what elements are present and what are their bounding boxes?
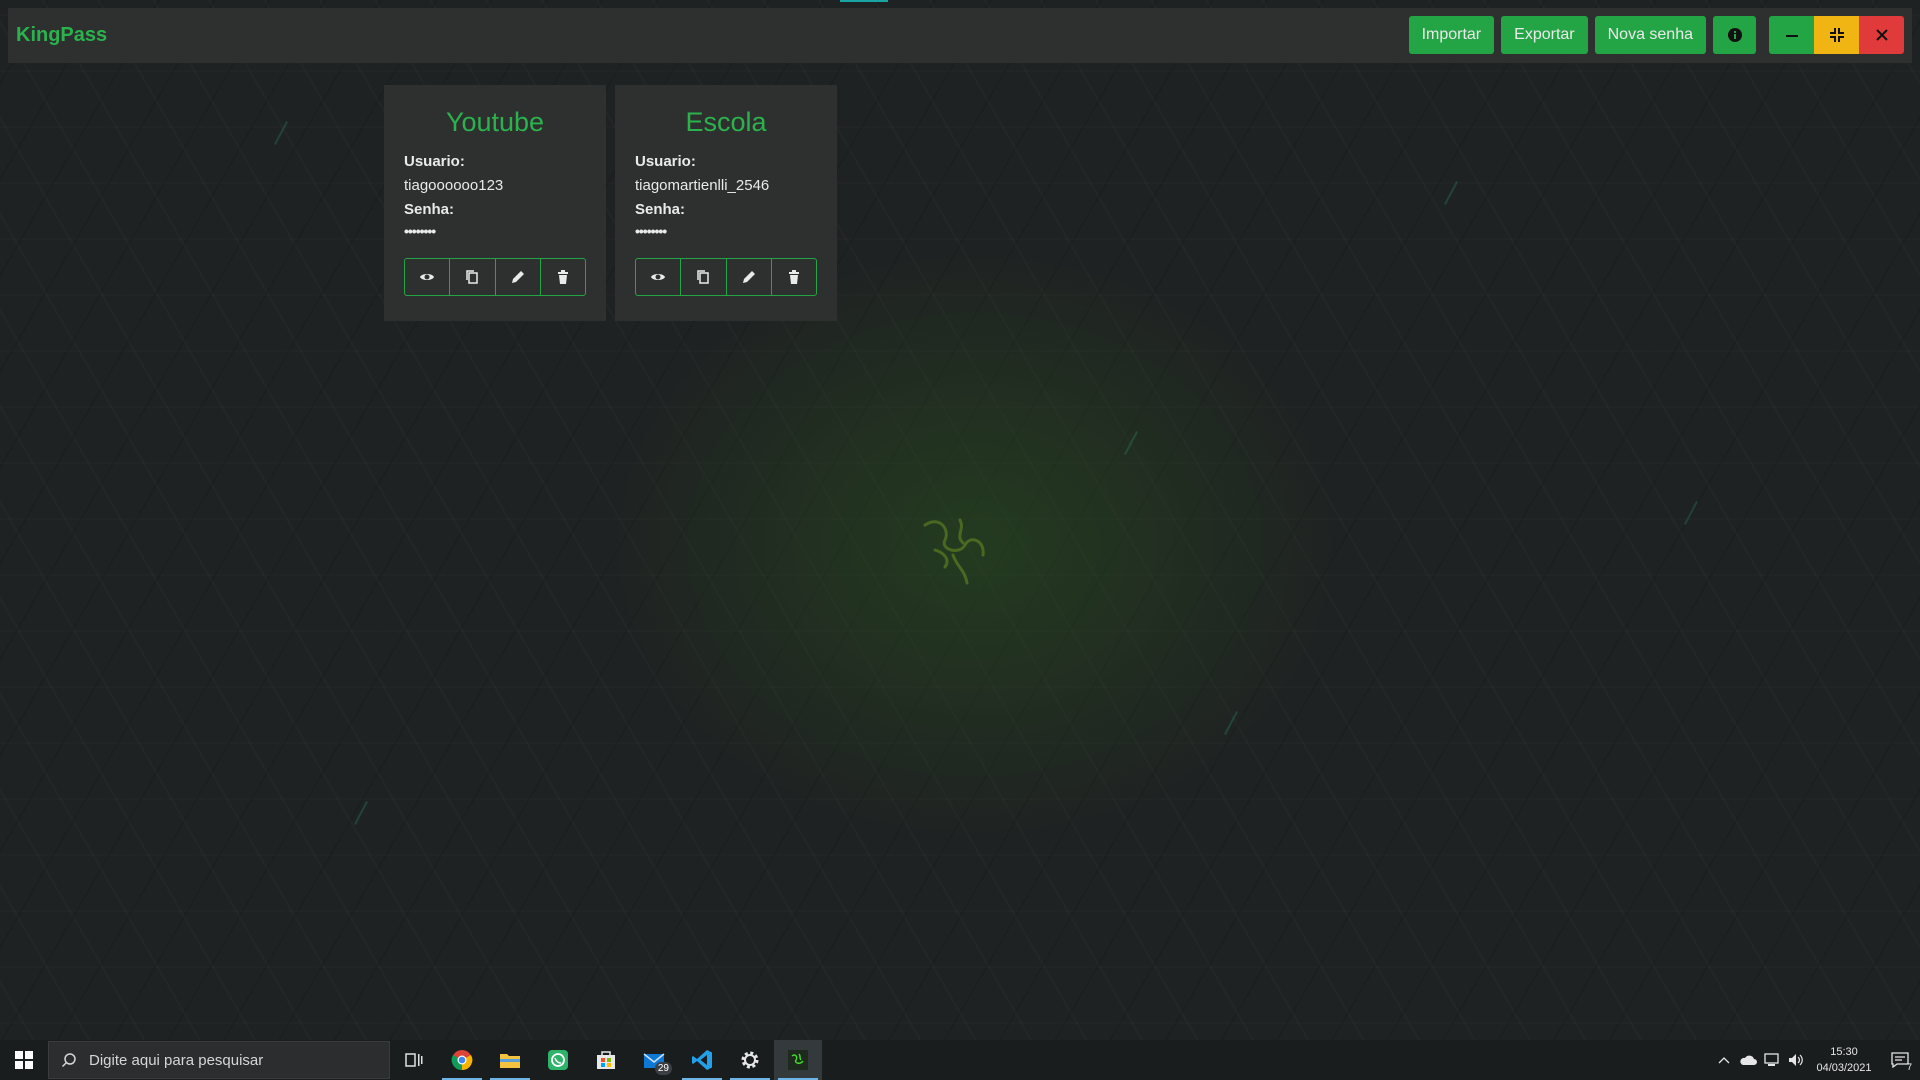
export-button[interactable]: Exportar [1501,16,1588,54]
minimize-button[interactable] [1769,16,1814,54]
taskbar-whatsapp[interactable] [534,1040,582,1080]
password-label: Senha: [404,201,455,218]
taskbar-vscode[interactable] [678,1040,726,1080]
search-icon [61,1053,76,1068]
wallpaper-streak [1224,711,1238,735]
show-password-button[interactable] [405,259,451,295]
taskbar-chrome[interactable] [438,1040,486,1080]
info-icon [1727,28,1742,42]
clock-date: 04/03/2021 [1816,1062,1872,1074]
wallpaper-streak [1444,181,1458,205]
copy-icon [697,270,710,284]
chevron-up-icon [1718,1057,1730,1064]
task-view-icon [405,1053,423,1067]
password-card: Escola Usuario: tiagomartienlli_2546 Sen… [615,85,837,321]
delete-button[interactable] [772,259,816,295]
taskbar-kingpass[interactable] [774,1040,822,1080]
store-bag-icon [597,1051,615,1069]
copy-password-button[interactable] [681,259,727,295]
user-label: Usuario: [635,153,696,170]
show-hidden-icons-button[interactable] [1712,1040,1736,1080]
razer-snake-logo [923,518,985,585]
whatsapp-icon [548,1050,568,1070]
header-actions: Importar Exportar Nova senha [1408,16,1904,54]
password-masked: •••••••• [404,223,436,239]
new-password-button[interactable]: Nova senha [1594,16,1706,54]
password-label: Senha: [635,201,686,218]
restore-button[interactable] [1814,16,1859,54]
user-label: Usuario: [404,153,465,170]
chrome-icon [451,1050,473,1071]
action-center-button[interactable]: 7 [1880,1040,1920,1080]
card-actions [635,258,817,296]
folder-icon [500,1054,520,1068]
taskbar-settings[interactable] [726,1040,774,1080]
app-title: KingPass [16,24,108,46]
search-placeholder: Digite aqui para pesquisar [89,1051,264,1069]
windows-logo-icon [15,1051,33,1069]
app-header: KingPass Importar Exportar Nova senha [8,8,1912,63]
cloud-icon [1740,1055,1757,1065]
taskbar-file-explorer[interactable] [486,1040,534,1080]
copy-password-button[interactable] [450,259,496,295]
network-button[interactable] [1760,1040,1784,1080]
window-controls [1769,16,1904,54]
vscode-icon [692,1050,712,1070]
taskbar-mail[interactable]: 29 [630,1040,678,1080]
gear-icon [741,1051,759,1069]
top-edge-accent [840,0,888,2]
import-button[interactable]: Importar [1408,16,1495,54]
trash-icon [557,270,568,284]
info-button[interactable] [1713,16,1756,54]
wallpaper-streak [1684,501,1698,525]
razer-snake-icon [788,1050,808,1070]
wallpaper-streak [354,801,368,825]
card-actions [404,258,586,296]
edit-button[interactable] [496,259,541,295]
wallpaper-streak [274,121,288,145]
volume-button[interactable] [1784,1040,1808,1080]
copy-icon [466,270,479,284]
start-button[interactable] [0,1040,48,1080]
card-title: Youtube [445,107,545,137]
delete-button[interactable] [541,259,585,295]
edit-button[interactable] [727,259,772,295]
onedrive-button[interactable] [1736,1040,1760,1080]
clock[interactable]: 15:30 04/03/2021 [1808,1044,1880,1076]
pencil-icon [511,271,524,283]
system-tray: 15:30 04/03/2021 7 [1712,1040,1920,1080]
password-masked: •••••••• [635,223,667,239]
show-password-button[interactable] [636,259,682,295]
notification-count: 7 [1906,1062,1912,1072]
wallpaper-streak [1124,431,1138,455]
trash-icon [788,270,799,284]
taskbar-search-box[interactable]: Digite aqui para pesquisar [48,1041,390,1079]
eye-icon [420,274,435,280]
pencil-icon [742,271,755,283]
card-title: Escola [685,107,767,137]
clock-time: 15:30 [1830,1046,1858,1058]
close-button[interactable] [1859,16,1904,54]
minimize-icon [1785,35,1798,37]
user-value: tiagoooooo123 [404,177,504,194]
eye-icon [651,274,666,280]
mail-badge: 29 [654,1062,672,1075]
password-card: Youtube Usuario: tiagoooooo123 Senha: ••… [384,85,606,321]
taskbar-store[interactable] [582,1040,630,1080]
close-icon [1875,29,1888,41]
taskbar: Digite aqui para pesquisar 29 15:30 04/0… [0,1040,1920,1080]
user-value: tiagomartienlli_2546 [635,177,770,194]
speaker-icon [1789,1054,1803,1066]
compress-icon [1829,28,1844,42]
network-icon [1764,1053,1779,1066]
task-view-button[interactable] [390,1040,438,1080]
